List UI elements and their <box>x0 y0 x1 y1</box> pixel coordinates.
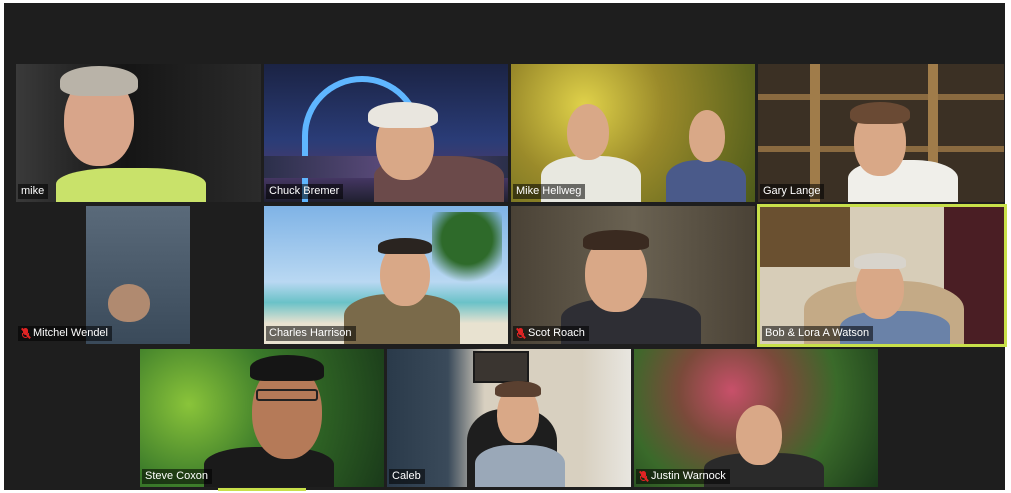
participant-tile-mike-hellweg[interactable]: Mike Hellweg <box>511 64 755 202</box>
hair <box>854 253 906 269</box>
bookshelf <box>758 94 1004 100</box>
palm-tree <box>432 212 502 302</box>
audio-level-indicator <box>218 488 306 491</box>
participant-tile-mike[interactable]: mike <box>16 64 261 202</box>
hair <box>583 230 649 250</box>
participant-head <box>736 405 782 465</box>
participant-tile-bob-lora-watson[interactable]: Bob & Lora A Watson <box>757 204 1007 347</box>
participant-tile-scot-roach[interactable]: Scot Roach <box>511 206 755 344</box>
participant-name-label: Scot Roach <box>513 326 589 341</box>
participant-name-label: Charles Harrison <box>266 326 356 341</box>
participant-body <box>666 160 746 202</box>
participant-name-label: Justin Warnock <box>636 469 730 484</box>
microphone-muted-icon <box>515 328 526 339</box>
participant-name-label: Bob & Lora A Watson <box>762 326 874 341</box>
participant-body <box>56 168 206 202</box>
participant-name-label: Mitchel Wendel <box>18 326 112 341</box>
participant-tile-charles-harrison[interactable]: Charles Harrison <box>264 206 508 344</box>
participant-body <box>475 445 565 487</box>
participant-name-label: Mike Hellweg <box>513 184 586 199</box>
hair <box>60 66 138 96</box>
participant-name-label: Caleb <box>389 469 425 484</box>
microphone-muted-icon <box>638 471 649 482</box>
participant-head <box>567 104 609 160</box>
glasses <box>256 389 318 401</box>
wall-picture <box>473 351 529 383</box>
hair <box>850 102 910 124</box>
bookshelf <box>810 64 820 202</box>
participant-name-label: Gary Lange <box>760 184 825 199</box>
participant-tile-chuck-bremer[interactable]: Chuck Bremer <box>264 64 508 202</box>
participant-name-label: Steve Coxon <box>142 469 212 484</box>
participant-tile-mitchel-wendel[interactable]: Mitchel Wendel <box>16 206 261 344</box>
shelf <box>760 207 850 267</box>
hair <box>378 238 432 254</box>
hair <box>495 381 541 397</box>
participant-name-label: Chuck Bremer <box>266 184 344 199</box>
participant-head <box>108 284 150 322</box>
hair <box>368 102 438 128</box>
participant-head <box>689 110 725 162</box>
hair <box>250 355 324 381</box>
participant-tile-steve-coxon[interactable]: Steve Coxon <box>140 349 384 487</box>
microphone-muted-icon <box>20 328 31 339</box>
participant-name-label: mike <box>18 184 49 199</box>
video-feed <box>86 206 190 344</box>
participant-tile-gary-lange[interactable]: Gary Lange <box>758 64 1004 202</box>
participant-tile-justin-warnock[interactable]: Justin Warnock <box>634 349 878 487</box>
participant-tile-caleb[interactable]: Caleb <box>387 349 631 487</box>
